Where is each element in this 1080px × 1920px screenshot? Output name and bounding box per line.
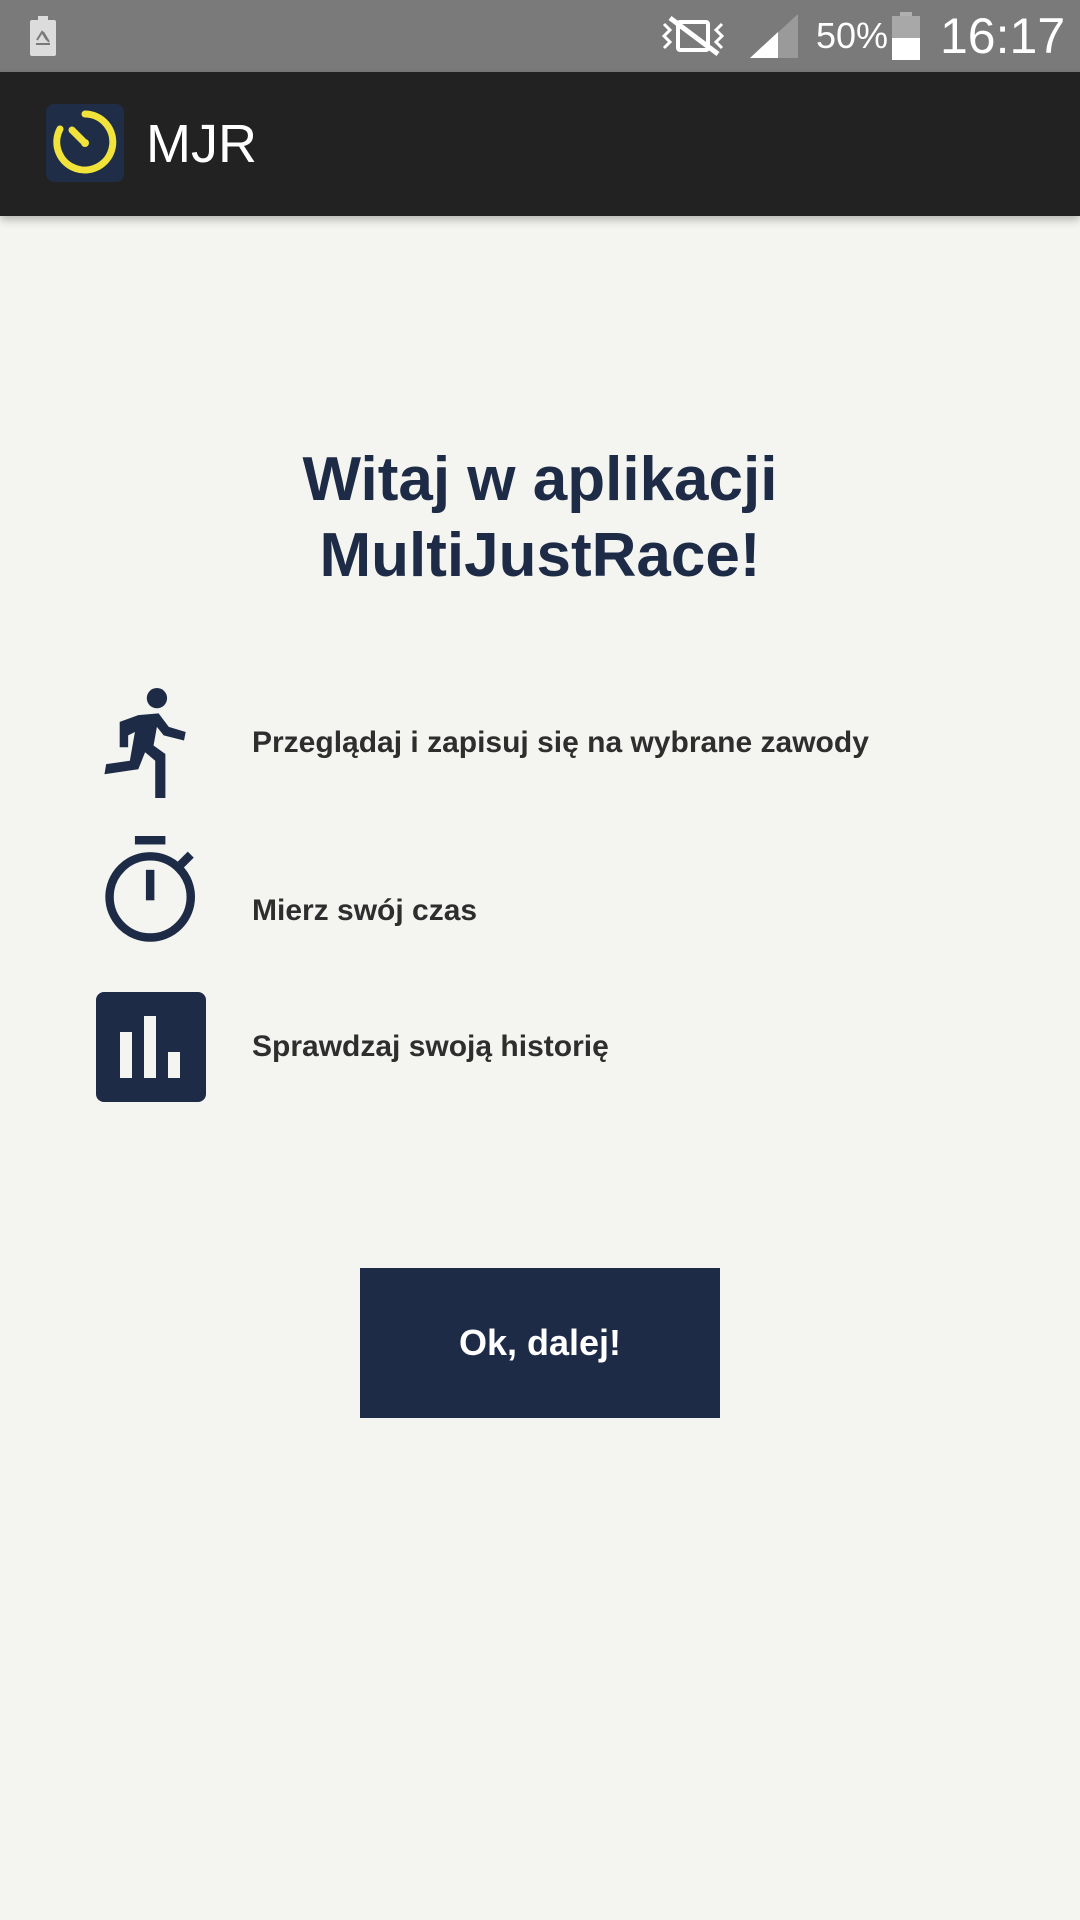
- feature-label-time: Mierz swój czas: [252, 894, 478, 927]
- feature-label-browse: Przeglądaj i zapisuj się na wybrane zawo…: [252, 726, 869, 759]
- signal-icon: [750, 14, 798, 58]
- app-title: MJR: [146, 114, 257, 174]
- continue-button[interactable]: Ok, dalej!: [360, 1268, 720, 1418]
- feature-row-browse: Przeglądaj i zapisuj się na wybrane zawo…: [96, 688, 996, 798]
- feature-row-time: Mierz swój czas: [96, 836, 996, 946]
- feature-row-history: Sprawdzaj swoją historię: [96, 992, 996, 1102]
- running-person-icon: [104, 688, 186, 798]
- welcome-line-1: Witaj w aplikacji: [302, 445, 778, 514]
- stopwatch-icon: [105, 836, 195, 942]
- status-bar: 50% 16:17: [0, 0, 1080, 72]
- app-bar: MJR: [0, 72, 1080, 216]
- stopwatch-logo-icon: [46, 104, 124, 182]
- bar-chart-icon: [96, 992, 206, 1102]
- battery-percentage: 50%: [816, 15, 889, 56]
- welcome-line-2: MultiJustRace!: [319, 521, 761, 590]
- battery-icon: [892, 12, 920, 60]
- feature-label-history: Sprawdzaj swoją historię: [252, 1030, 609, 1063]
- status-clock: 16:17: [940, 8, 1066, 64]
- vibrate-mute-icon: [661, 16, 725, 56]
- recycle-battery-icon: [30, 16, 56, 56]
- welcome-heading: Witaj w aplikacji MultiJustRace!: [0, 442, 1080, 594]
